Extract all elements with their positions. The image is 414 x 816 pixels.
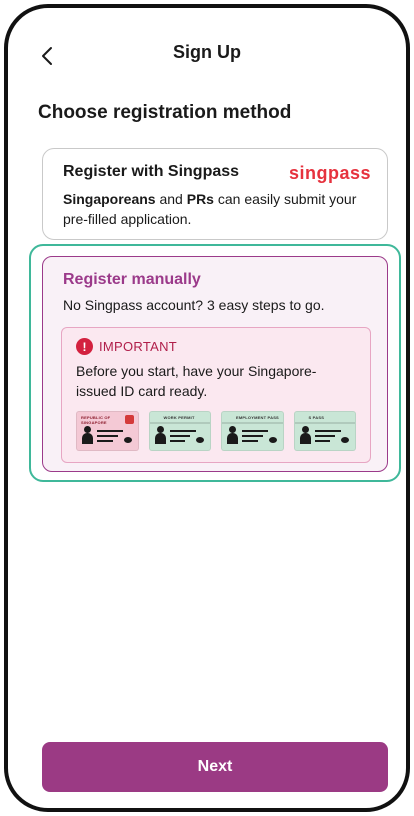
register-manual-card[interactable]: Register manually No Singpass account? 3…	[42, 256, 388, 472]
person-icon	[227, 426, 238, 444]
desc-and: and	[155, 191, 187, 207]
header: Sign Up	[8, 8, 406, 94]
employment-pass-card-image: EMPLOYMENT PASS	[221, 411, 284, 451]
desc-bold-singaporeans: Singaporeans	[63, 191, 156, 207]
thumbprint-icon	[268, 437, 277, 443]
s-pass-card-image: S PASS	[293, 411, 356, 451]
work-permit-card-image: WORK PERMIT	[148, 411, 211, 451]
thumbprint-icon	[341, 437, 349, 443]
important-label: IMPORTANT	[99, 339, 178, 354]
crest-icon	[124, 415, 134, 424]
thumbprint-icon	[196, 437, 204, 443]
id-card-label: S PASS	[308, 415, 325, 420]
register-singpass-card[interactable]: Register with Singpass singpass Singapor…	[42, 148, 388, 240]
page-title: Sign Up	[173, 42, 241, 62]
exclamation-icon: !	[76, 338, 93, 355]
id-card-images: REPUBLIC OF SINGAPORE WORK PERMIT EMPLOY…	[76, 411, 356, 451]
important-text: Before you start, have your Singapore-is…	[76, 363, 317, 399]
id-card-label: EMPLOYMENT PASS	[236, 415, 279, 420]
desc-bold-prs: PRs	[186, 191, 214, 207]
person-icon	[154, 426, 166, 444]
singpass-card-description: Singaporeans and PRs can easily submit y…	[63, 189, 367, 229]
id-card-label: WORK PERMIT	[163, 415, 195, 420]
nric-card-image: REPUBLIC OF SINGAPORE	[76, 411, 139, 451]
section-title: Choose registration method	[38, 102, 292, 123]
thumbprint-icon	[123, 437, 132, 443]
manual-card-title: Register manually	[63, 271, 201, 288]
important-header: ! IMPORTANT	[76, 338, 356, 355]
person-icon	[299, 426, 311, 444]
manual-card-description: No Singpass account? 3 easy steps to go.	[63, 297, 325, 313]
important-notice: ! IMPORTANT Before you start, have your …	[61, 327, 371, 463]
phone-frame: Sign Up Choose registration method Regis…	[4, 4, 410, 812]
person-icon	[82, 426, 93, 444]
next-button[interactable]: Next	[42, 742, 388, 792]
singpass-logo: singpass	[288, 163, 371, 183]
